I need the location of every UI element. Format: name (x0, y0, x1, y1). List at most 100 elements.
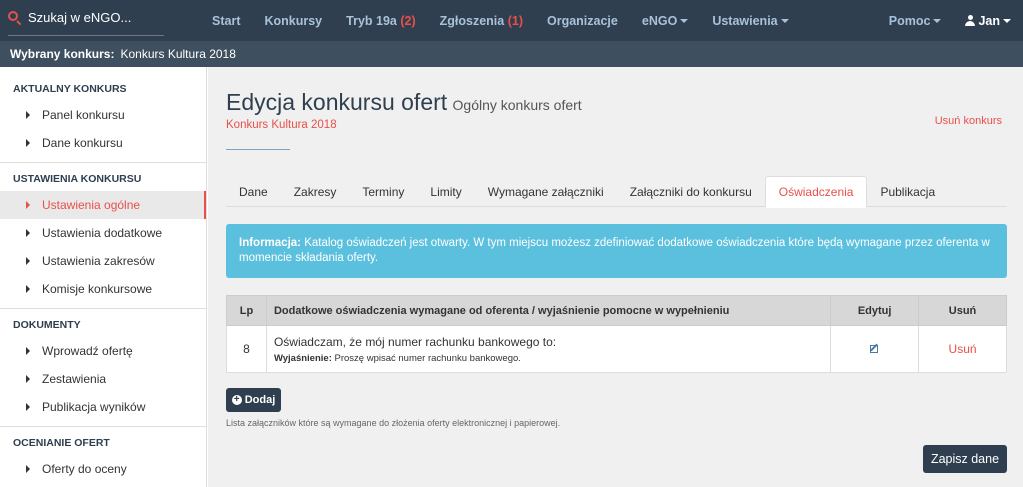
tab-dane[interactable]: Dane (226, 176, 281, 207)
nav-tryb-19a[interactable]: Tryb 19a (2) (346, 14, 416, 28)
sidebar-item-zestawienia[interactable]: Zestawienia (0, 365, 206, 393)
statement-text: Oświadczam, że mój numer rachunku bankow… (273, 334, 557, 349)
caret-right-icon (26, 139, 30, 147)
user-name: Jan (978, 13, 1000, 28)
sidebar-item-label: Wprowadź ofertę (42, 344, 133, 358)
explanation-label: Wyjaśnienie: (273, 352, 332, 364)
chevron-down-icon (680, 19, 689, 24)
nav-zgloszenia-count: (1) (507, 13, 523, 28)
sidebar-item-label: Komisje konkursowe (42, 282, 153, 296)
delete-row-link[interactable]: Usuń (949, 342, 977, 356)
selected-contest-bar: Wybrany konkurs: Konkurs Kultura 2018 (0, 41, 1023, 67)
caret-right-icon (26, 465, 30, 473)
caret-right-icon (26, 285, 30, 293)
sidebar-item-komisje-konkursowe[interactable]: Komisje konkursowe (0, 275, 206, 303)
sidebar: AKTUALNY KONKURS Panel konkursu Dane kon… (0, 67, 207, 487)
sidebar-divider (0, 162, 206, 163)
tab-limity[interactable]: Limity (417, 176, 474, 207)
nav-right: Pomoc Jan (889, 0, 1023, 41)
caret-right-icon (26, 201, 30, 209)
selected-contest-label: Wybrany konkurs: (10, 47, 115, 61)
sidebar-item-label: Ustawienia zakresów (42, 254, 155, 268)
sidebar-section-title: OCENIANIE OFERT (13, 437, 110, 449)
page-header: Edycja konkursu ofert Ogólny konkurs ofe… (226, 89, 582, 116)
info-text: Katalog oświadczeń jest otwarty. W tym m… (239, 237, 990, 264)
col-edit: Edytuj (830, 295, 920, 326)
save-button[interactable]: Zapisz dane (923, 445, 1007, 473)
info-alert: Informacja: Katalog oświadczeń jest otwa… (226, 224, 1007, 278)
help-label: Pomoc (888, 13, 931, 28)
sidebar-item-ustawienia-ogolne[interactable]: Ustawienia ogólne (0, 191, 206, 219)
nav-start[interactable]: Start (212, 14, 240, 28)
sidebar-item-ustawienia-dodatkowe[interactable]: Ustawienia dodatkowe (0, 219, 206, 247)
chevron-down-icon (933, 19, 942, 24)
delete-contest-link[interactable]: Usuń konkurs (935, 115, 1002, 127)
contest-name: Konkurs Kultura 2018 (226, 119, 337, 131)
chevron-down-icon (1003, 18, 1011, 23)
edit-icon[interactable] (869, 343, 880, 353)
add-button[interactable]: + Dodaj (226, 388, 281, 412)
col-lp: Lp (226, 295, 267, 326)
explanation: Wyjaśnienie: Proszę wpisać numer rachunk… (274, 353, 830, 364)
row-delete: Usuń (918, 325, 1007, 373)
nav-organizacje[interactable]: Organizacje (547, 14, 618, 28)
tab-zalaczniki-do-konkursu[interactable]: Załączniki do konkursu (617, 176, 765, 207)
nav-zgloszenia-label: Zgłoszenia (439, 13, 505, 28)
nav-engo-dropdown[interactable]: eNGO (641, 13, 689, 28)
row-edit (830, 325, 920, 373)
sidebar-item-oferty-do-oceny[interactable]: Oferty do oceny (0, 455, 206, 483)
nav-zgloszenia[interactable]: Zgłoszenia (1) (440, 14, 523, 28)
sidebar-section-title: USTAWIENIA KONKURSU (13, 173, 142, 185)
table-row: 8 Oświadczam, że mój numer rachunku bank… (226, 325, 1007, 373)
tab-wymagane-zalaczniki[interactable]: Wymagane załączniki (475, 176, 617, 207)
page-subtitle: Ogólny konkurs ofert (452, 97, 582, 113)
caret-right-icon (26, 257, 30, 265)
row-description: Oświadczam, że mój numer rachunku bankow… (265, 325, 832, 373)
col-description: Dodatkowe oświadczenia wymagane od ofere… (265, 295, 832, 326)
tab-publikacja[interactable]: Publikacja (867, 176, 948, 207)
sidebar-section-title: DOKUMENTY (13, 319, 81, 331)
nav-ustawienia-dropdown[interactable]: Ustawienia (712, 13, 789, 28)
sidebar-item-ustawienia-zakresow[interactable]: Ustawienia zakresów (0, 247, 206, 275)
tab-oswiadczenia[interactable]: Oświadczenia (764, 176, 868, 208)
help-dropdown[interactable]: Pomoc (889, 14, 942, 28)
tab-zakresy[interactable]: Zakresy (281, 176, 350, 207)
user-menu[interactable]: Jan (965, 14, 1011, 28)
sidebar-item-panel-konkursu[interactable]: Panel konkursu (0, 101, 206, 129)
sidebar-divider (0, 426, 206, 427)
nav-tryb-label: Tryb 19a (346, 13, 397, 28)
search-box[interactable]: Szukaj w eNGO... (8, 0, 164, 36)
info-label: Informacja: (239, 237, 301, 249)
main-nav: Start Konkursy Tryb 19a (2) Zgłoszenia (… (200, 0, 801, 41)
search-label: Szukaj w eNGO... (28, 10, 132, 25)
nav-engo-label: eNGO (641, 13, 678, 28)
nav-tryb-count: (2) (400, 13, 416, 28)
nav-konkursy[interactable]: Konkursy (264, 14, 322, 28)
top-navbar: Szukaj w eNGO... Start Konkursy Tryb 19a… (0, 0, 1023, 41)
chevron-down-icon (780, 19, 789, 24)
sidebar-item-wprowadz-oferte[interactable]: Wprowadź ofertę (0, 337, 206, 365)
sidebar-item-label: Ustawienia ogólne (42, 198, 141, 212)
sidebar-item-label: Ustawienia dodatkowe (42, 226, 163, 240)
title-underline (226, 149, 290, 150)
caret-right-icon (26, 229, 30, 237)
sidebar-item-label: Oferty do oceny (42, 462, 127, 476)
selected-contest-value: Konkurs Kultura 2018 (120, 47, 236, 61)
sidebar-item-dane-konkursu[interactable]: Dane konkursu (0, 129, 206, 157)
search-icon (8, 10, 22, 25)
user-icon (965, 15, 976, 26)
nav-ustawienia-label: Ustawienia (712, 13, 778, 28)
sidebar-divider (0, 308, 206, 309)
tab-terminy[interactable]: Terminy (349, 176, 417, 207)
caret-right-icon (26, 347, 30, 355)
caret-right-icon (26, 403, 30, 411)
sidebar-item-label: Zestawienia (42, 372, 107, 386)
sidebar-section-title: AKTUALNY KONKURS (13, 83, 127, 95)
sidebar-item-label: Publikacja wyników (42, 400, 146, 414)
col-delete: Usuń (918, 295, 1007, 326)
explanation-text: Proszę wpisać numer rachunku bankowego. (334, 352, 521, 364)
caret-right-icon (26, 375, 30, 383)
page-title: Edycja konkursu ofert (226, 89, 448, 115)
caret-right-icon (26, 111, 30, 119)
sidebar-item-publikacja-wynikow[interactable]: Publikacja wyników (0, 393, 206, 421)
